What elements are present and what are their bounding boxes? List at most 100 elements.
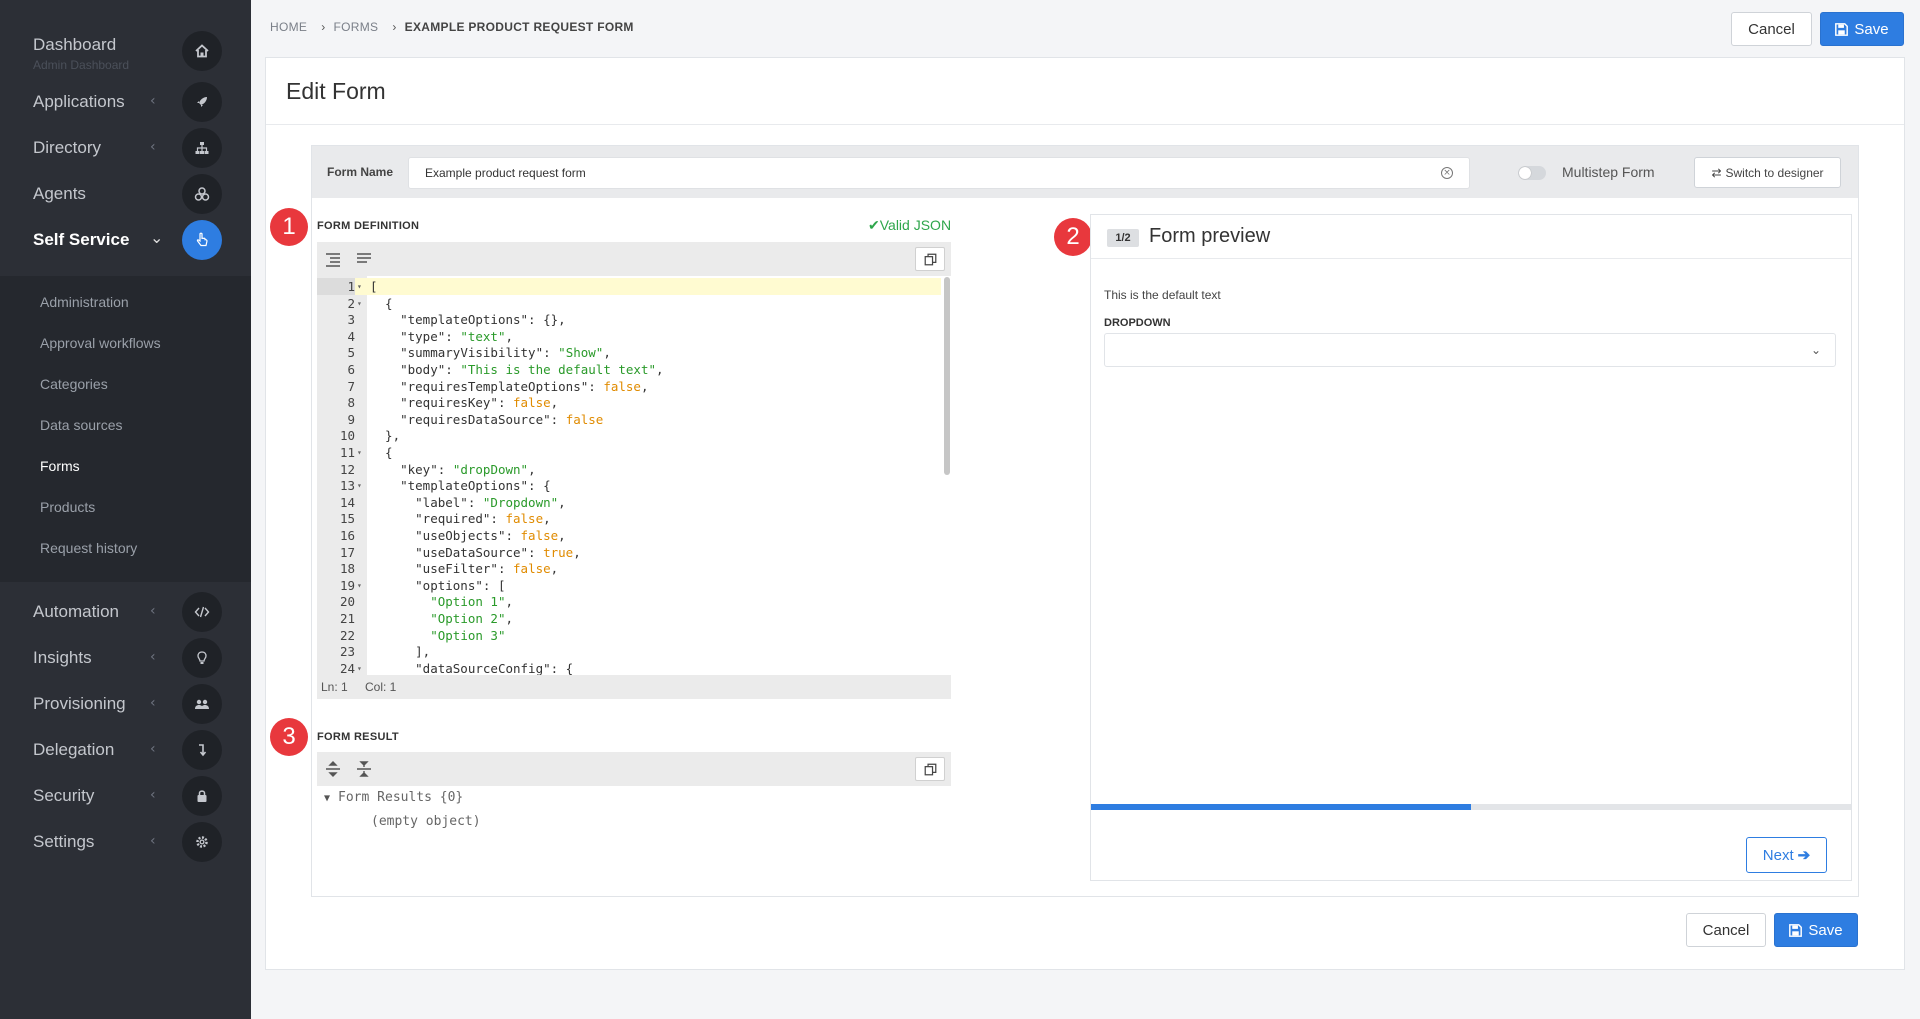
line-number: 18 <box>339 561 355 577</box>
submenu-item-forms[interactable]: Forms <box>40 458 80 474</box>
code-line: 9 "requiresDataSource": false <box>317 411 941 428</box>
fold-caret-icon[interactable]: ▾ <box>357 278 362 295</box>
copy-icon[interactable] <box>915 247 945 271</box>
submenu-item-administration[interactable]: Administration <box>40 294 129 310</box>
save-icon <box>1789 923 1803 937</box>
sidebar-item-label: Applications <box>33 92 125 111</box>
switch-to-designer-button[interactable]: ⇄ Switch to designer <box>1694 157 1841 188</box>
form-result-label: FORM RESULT <box>317 731 399 743</box>
sidebar-item-provisioning[interactable]: Provisioning ‹ <box>0 682 251 726</box>
line-number: 12 <box>339 461 355 477</box>
divider <box>1091 258 1851 259</box>
chevron-left-icon: ‹ <box>150 695 156 711</box>
sidebar-item-insights[interactable]: Insights ‹ <box>0 636 251 680</box>
breadcrumb-home[interactable]: HOME <box>270 20 307 34</box>
chevron-right-icon: › <box>392 20 397 34</box>
cancel-button[interactable]: Cancel <box>1731 12 1812 46</box>
code-line: 12 "key": "dropDown", <box>317 461 941 478</box>
save-button-label: Save <box>1854 20 1889 38</box>
format-icon[interactable] <box>324 250 342 268</box>
sidebar-item-label: Insights <box>33 648 92 667</box>
editor-toolbar <box>317 242 951 276</box>
code-text: "key": "dropDown", <box>400 461 536 477</box>
form-name-input[interactable]: Example product request form <box>408 157 1470 189</box>
fold-caret-icon[interactable]: ▾ <box>357 577 362 594</box>
line-number: 14 <box>339 494 355 510</box>
code-text: "type": "text", <box>400 328 514 344</box>
submenu-item-request-history[interactable]: Request history <box>40 540 137 556</box>
sidebar-item-settings[interactable]: Settings ‹ <box>0 820 251 864</box>
line-number: 22 <box>339 627 355 643</box>
code-text: "useObjects": false, <box>415 528 566 543</box>
divider <box>266 124 1904 125</box>
code-text: "templateOptions": { <box>400 478 551 494</box>
bottom-cancel-button[interactable]: Cancel <box>1686 913 1766 947</box>
clear-icon[interactable]: × <box>1441 167 1453 179</box>
code-line: 4 "type": "text", <box>317 328 941 345</box>
dropdown-label: DROPDOWN <box>1104 317 1171 329</box>
fold-caret-icon[interactable]: ▾ <box>357 295 362 312</box>
lock-icon <box>182 776 222 816</box>
sidebar-item-automation[interactable]: Automation ‹ <box>0 590 251 634</box>
breadcrumb-forms[interactable]: FORMS <box>334 20 379 34</box>
sidebar-item-label: Self Service <box>33 230 130 249</box>
submenu-item-data-sources[interactable]: Data sources <box>40 417 122 433</box>
code-text: }, <box>370 428 401 444</box>
line-number: 3 <box>347 312 355 328</box>
next-button[interactable]: Next ➔ <box>1746 837 1827 873</box>
callout-badge-3: 3 <box>270 718 308 756</box>
cursor-col: Col: 1 <box>365 680 397 694</box>
line-number: 19 <box>339 577 355 593</box>
editor-status-bar: Ln: 1 Col: 1 <box>317 675 951 699</box>
sidebar-item-applications[interactable]: Applications ‹ <box>0 80 251 124</box>
sidebar-item-label: Provisioning <box>33 694 126 713</box>
chevron-left-icon: ‹ <box>150 93 156 109</box>
expand-all-icon[interactable] <box>324 760 342 778</box>
editor-scrollbar[interactable] <box>944 277 950 475</box>
code-line: 15 "required": false, <box>317 510 941 527</box>
gear-icon <box>182 822 222 862</box>
save-button[interactable]: Save <box>1820 12 1904 46</box>
sidebar-item-self-service[interactable]: Self Service ⌄ <box>0 218 251 262</box>
chevron-down-icon: ⌄ <box>150 228 164 247</box>
copy-icon[interactable] <box>915 757 945 781</box>
preview-text: This is the default text <box>1104 288 1221 302</box>
code-line: 16 "useObjects": false, <box>317 527 941 544</box>
sidebar-item-dashboard[interactable]: Dashboard Admin Dashboard <box>0 29 251 73</box>
sitemap-icon <box>182 128 222 168</box>
json-code-editor[interactable]: 1 ▾[2 ▾ {3 "templateOptions": {}, 4 "type":… <box>317 276 951 675</box>
submenu-item-approval-workflows[interactable]: Approval workflows <box>40 335 161 351</box>
chevron-left-icon: ‹ <box>150 741 156 757</box>
code-text: [ <box>370 279 378 294</box>
submenu-item-categories[interactable]: Categories <box>40 376 108 392</box>
multistep-toggle[interactable] <box>1518 166 1546 180</box>
chevron-left-icon: ‹ <box>150 649 156 665</box>
agents-icon <box>182 174 222 214</box>
code-text: "summaryVisibility": "Show", <box>400 345 611 361</box>
bottom-save-button[interactable]: Save <box>1774 913 1858 947</box>
sidebar-item-sublabel: Admin Dashboard <box>33 58 130 72</box>
code-text: "templateOptions": {}, <box>400 312 566 328</box>
breadcrumb-current: EXAMPLE PRODUCT REQUEST FORM <box>404 20 634 34</box>
code-text: { <box>370 295 393 311</box>
code-line: 19 ▾ "options": [ <box>317 577 941 594</box>
save-icon <box>1835 22 1849 36</box>
fold-caret-icon[interactable]: ▾ <box>357 477 362 494</box>
chevron-right-icon: › <box>321 20 326 34</box>
switch-icon: ⇄ <box>1711 165 1722 180</box>
line-number: 11 <box>339 445 355 460</box>
hand-pointer-icon <box>182 220 222 260</box>
sidebar-item-agents[interactable]: Agents <box>0 172 251 216</box>
fold-caret-icon[interactable]: ▾ <box>357 444 362 461</box>
compact-icon[interactable] <box>355 250 373 268</box>
fold-caret-icon[interactable]: ▾ <box>357 660 362 675</box>
code-line: 3 "templateOptions": {}, <box>317 311 941 328</box>
sidebar-item-directory[interactable]: Directory ‹ <box>0 126 251 170</box>
sidebar-item-delegation[interactable]: Delegation ‹ <box>0 728 251 772</box>
sidebar-item-security[interactable]: Security ‹ <box>0 774 251 818</box>
submenu-item-products[interactable]: Products <box>40 499 95 515</box>
code-text: "label": "Dropdown", <box>415 494 566 510</box>
collapse-all-icon[interactable] <box>355 760 373 778</box>
caret-down-icon[interactable]: ▼ <box>324 793 330 804</box>
dropdown-select[interactable]: ⌄ <box>1104 333 1836 367</box>
